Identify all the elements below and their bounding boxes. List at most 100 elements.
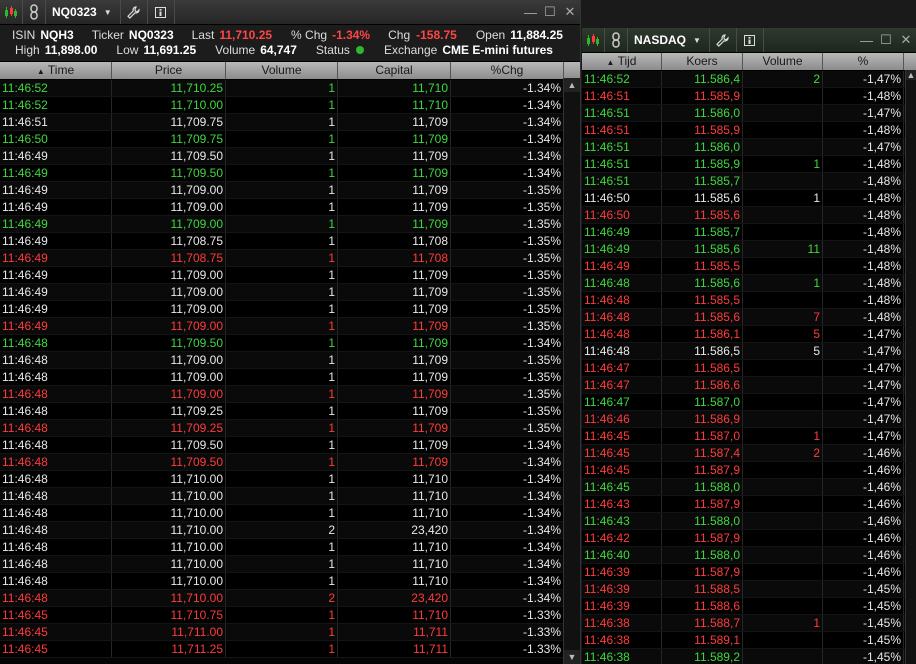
table-row[interactable]: 11:46:43 11.588,0 -1,46% [582, 513, 916, 530]
table-row[interactable]: 11:46:49 11,709.00 1 11,709 -1.35% [0, 284, 580, 301]
maximize-icon[interactable]: ☐ [880, 32, 892, 48]
column-header-volume[interactable]: Volume [743, 53, 823, 70]
table-row[interactable]: 11:46:48 11,710.00 2 23,420 -1.34% [0, 522, 580, 539]
table-row[interactable]: 11:46:49 11,709.50 1 11,709 -1.34% [0, 165, 580, 182]
minimize-icon[interactable]: — [860, 33, 873, 48]
table-row[interactable]: 11:46:48 11.585,6 7 -1,48% [582, 309, 916, 326]
scroll-down-icon[interactable]: ▼ [564, 650, 580, 664]
link-chain-icon[interactable] [23, 0, 46, 24]
table-row[interactable]: 11:46:48 11,709.50 1 11,709 -1.34% [0, 437, 580, 454]
instrument-selector[interactable]: NASDAQ ▼ [628, 28, 710, 52]
close-icon[interactable]: ✕ [900, 32, 912, 48]
table-row[interactable]: 11:46:39 11.587,9 -1,46% [582, 564, 916, 581]
table-row[interactable]: 11:46:46 11.586,9 -1,47% [582, 411, 916, 428]
cell-pct: -1,45% [823, 598, 904, 614]
table-row[interactable]: 11:46:45 11.587,4 2 -1,46% [582, 445, 916, 462]
table-row[interactable]: 11:46:48 11,710.00 1 11,710 -1.34% [0, 556, 580, 573]
instrument-selector[interactable]: NQ0323 ▼ [46, 0, 121, 24]
column-header-koers[interactable]: Koers [662, 53, 743, 70]
table-row[interactable]: 11:46:47 11.586,6 -1,47% [582, 377, 916, 394]
table-row[interactable]: 11:46:49 11,708.75 1 11,708 -1.35% [0, 250, 580, 267]
table-row[interactable]: 11:46:43 11.587,9 -1,46% [582, 496, 916, 513]
column-header-time[interactable]: ▲ Time [0, 62, 112, 79]
table-row[interactable]: 11:46:38 11.588,7 1 -1,45% [582, 615, 916, 632]
table-row[interactable]: 11:46:50 11.585,6 1 -1,48% [582, 190, 916, 207]
column-header-pct[interactable]: % [823, 53, 904, 70]
candlestick-chart-icon[interactable] [0, 0, 23, 24]
maximize-icon[interactable]: ☐ [544, 4, 556, 20]
table-row[interactable]: 11:46:49 11,708.75 1 11,708 -1.35% [0, 233, 580, 250]
table-row[interactable]: 11:46:49 11.585,5 -1,48% [582, 258, 916, 275]
table-row[interactable]: 11:46:50 11,709.75 1 11,709 -1.34% [0, 131, 580, 148]
info-icon[interactable] [737, 28, 764, 52]
table-row[interactable]: 11:46:48 11,709.00 1 11,709 -1.35% [0, 369, 580, 386]
table-row[interactable]: 11:46:48 11,709.50 1 11,709 -1.34% [0, 335, 580, 352]
table-row[interactable]: 11:46:45 11,711.00 1 11,711 -1.33% [0, 624, 580, 641]
candlestick-chart-icon[interactable] [582, 28, 605, 52]
table-row[interactable]: 11:46:48 11,709.25 1 11,709 -1.35% [0, 403, 580, 420]
table-row[interactable]: 11:46:52 11.586,4 2 -1,47% [582, 71, 916, 88]
table-row[interactable]: 11:46:48 11,709.00 1 11,709 -1.35% [0, 386, 580, 403]
table-row[interactable]: 11:46:51 11,709.75 1 11,709 -1.34% [0, 114, 580, 131]
table-row[interactable]: 11:46:51 11.585,9 -1,48% [582, 88, 916, 105]
column-header-pct-chg[interactable]: %Chg [451, 62, 564, 79]
table-row[interactable]: 11:46:48 11,710.00 1 11,710 -1.34% [0, 573, 580, 590]
table-row[interactable]: 11:46:48 11,709.50 1 11,709 -1.34% [0, 454, 580, 471]
table-row[interactable]: 11:46:39 11.588,6 -1,45% [582, 598, 916, 615]
table-row[interactable]: 11:46:49 11,709.00 1 11,709 -1.35% [0, 267, 580, 284]
table-row[interactable]: 11:46:52 11,710.25 1 11,710 -1.34% [0, 80, 580, 97]
table-row[interactable]: 11:46:52 11,710.00 1 11,710 -1.34% [0, 97, 580, 114]
table-row[interactable]: 11:46:48 11,710.00 1 11,710 -1.34% [0, 488, 580, 505]
table-row[interactable]: 11:46:45 11,711.25 1 11,711 -1.33% [0, 641, 580, 658]
table-row[interactable]: 11:46:48 11,710.00 1 11,710 -1.34% [0, 539, 580, 556]
column-header-volume[interactable]: Volume [226, 62, 338, 79]
table-row[interactable]: 11:46:48 11,710.00 1 11,710 -1.34% [0, 471, 580, 488]
table-row[interactable]: 11:46:38 11.589,1 -1,45% [582, 632, 916, 649]
column-header-capital[interactable]: Capital [338, 62, 451, 79]
vertical-scrollbar[interactable]: ▲ ▼ [563, 78, 580, 664]
table-row[interactable]: 11:46:48 11,709.00 1 11,709 -1.35% [0, 352, 580, 369]
table-row[interactable]: 11:46:48 11.586,5 5 -1,47% [582, 343, 916, 360]
table-row[interactable]: 11:46:51 11.586,0 -1,47% [582, 139, 916, 156]
wrench-icon[interactable] [121, 0, 148, 24]
column-header-tijd[interactable]: ▲ Tijd [582, 53, 662, 70]
table-row[interactable]: 11:46:45 11,710.75 1 11,710 -1.33% [0, 607, 580, 624]
table-row[interactable]: 11:46:51 11.585,9 1 -1,48% [582, 156, 916, 173]
table-row[interactable]: 11:46:45 11.587,0 1 -1,47% [582, 428, 916, 445]
table-row[interactable]: 11:46:48 11,710.00 2 23,420 -1.34% [0, 590, 580, 607]
table-row[interactable]: 11:46:49 11,709.00 1 11,709 -1.35% [0, 318, 580, 335]
table-row[interactable]: 11:46:45 11.587,9 -1,46% [582, 462, 916, 479]
table-row[interactable]: 11:46:49 11,709.00 1 11,709 -1.35% [0, 182, 580, 199]
vertical-scrollbar[interactable]: ▲ [905, 70, 916, 664]
table-row[interactable]: 11:46:48 11.586,1 5 -1,47% [582, 326, 916, 343]
table-row[interactable]: 11:46:48 11.585,5 -1,48% [582, 292, 916, 309]
table-row[interactable]: 11:46:42 11.587,9 -1,46% [582, 530, 916, 547]
table-row[interactable]: 11:46:47 11.586,5 -1,47% [582, 360, 916, 377]
minimize-icon[interactable]: — [524, 5, 537, 20]
table-row[interactable]: 11:46:48 11,710.00 1 11,710 -1.34% [0, 505, 580, 522]
table-row[interactable]: 11:46:49 11,709.00 1 11,709 -1.35% [0, 199, 580, 216]
table-row[interactable]: 11:46:51 11.585,9 -1,48% [582, 122, 916, 139]
table-row[interactable]: 11:46:49 11,709.50 1 11,709 -1.34% [0, 148, 580, 165]
table-row[interactable]: 11:46:51 11.585,7 -1,48% [582, 173, 916, 190]
table-row[interactable]: 11:46:38 11.589,2 -1,45% [582, 649, 916, 664]
close-icon[interactable]: ✕ [564, 4, 576, 20]
table-row[interactable]: 11:46:49 11,709.00 1 11,709 -1.35% [0, 301, 580, 318]
table-row[interactable]: 11:46:40 11.588,0 -1,46% [582, 547, 916, 564]
table-row[interactable]: 11:46:48 11.585,6 1 -1,48% [582, 275, 916, 292]
scroll-up-icon[interactable]: ▲ [564, 78, 580, 92]
column-header-price[interactable]: Price [112, 62, 226, 79]
table-row[interactable]: 11:46:48 11,709.25 1 11,709 -1.35% [0, 420, 580, 437]
info-icon[interactable] [148, 0, 175, 24]
table-row[interactable]: 11:46:49 11.585,7 -1,48% [582, 224, 916, 241]
table-row[interactable]: 11:46:50 11.585,6 -1,48% [582, 207, 916, 224]
table-row[interactable]: 11:46:49 11.585,6 11 -1,48% [582, 241, 916, 258]
table-row[interactable]: 11:46:49 11,709.00 1 11,709 -1.35% [0, 216, 580, 233]
table-row[interactable]: 11:46:47 11.587,0 -1,47% [582, 394, 916, 411]
table-row[interactable]: 11:46:45 11.588,0 -1,46% [582, 479, 916, 496]
link-chain-icon[interactable] [605, 28, 628, 52]
table-row[interactable]: 11:46:39 11.588,5 -1,45% [582, 581, 916, 598]
wrench-icon[interactable] [710, 28, 737, 52]
table-row[interactable]: 11:46:51 11.586,0 -1,47% [582, 105, 916, 122]
scroll-up-icon[interactable]: ▲ [906, 70, 916, 80]
